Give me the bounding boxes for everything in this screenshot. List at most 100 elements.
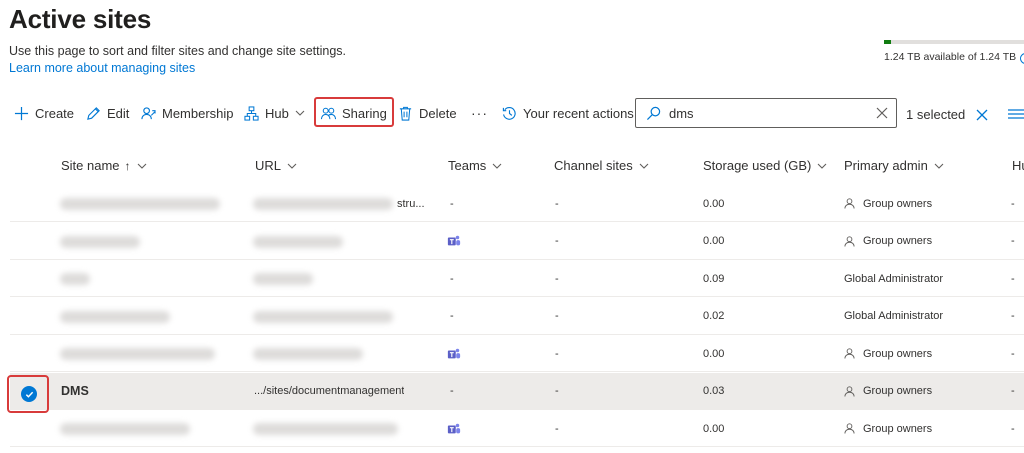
column-header-url[interactable]: URL <box>255 158 297 173</box>
url-cell[interactable]: stru... <box>397 185 425 222</box>
view-options-icon[interactable] <box>1008 108 1024 120</box>
primary-admin-cell: Group owners <box>844 410 932 447</box>
search-box[interactable] <box>635 98 897 128</box>
storage-text-label: 1.24 TB available of 1.24 TB <box>884 51 1017 63</box>
column-header-site-name[interactable]: Site name ↑ <box>61 158 147 173</box>
recent-actions-button[interactable]: Your recent actions <box>502 96 634 130</box>
search-input[interactable] <box>669 105 869 121</box>
url-cell[interactable]: .../sites/documentmanagement <box>254 373 404 410</box>
create-label: Create <box>35 105 75 121</box>
hub-icon <box>244 105 259 121</box>
storage-used-cell: 0.00 <box>703 422 725 435</box>
person-icon <box>844 235 855 247</box>
table-row[interactable]: DMS .../sites/documentmanagement - - 0.03 Gro… <box>10 372 1024 410</box>
chevron-down-icon <box>287 163 297 169</box>
column-header-teams[interactable]: Teams <box>448 158 502 173</box>
hub-cell: - <box>1011 385 1015 397</box>
info-icon[interactable]: i <box>1020 53 1024 64</box>
hub-header-label: Hu <box>1012 158 1024 173</box>
column-header-storage-used[interactable]: Storage used (GB) <box>703 158 827 173</box>
primary-admin-cell: Group owners <box>844 335 932 372</box>
redacted-url <box>253 423 398 435</box>
channel-sites-cell: - <box>555 272 559 285</box>
redacted-url <box>253 198 393 210</box>
storage-indicator: 1.24 TB available of 1.24 TBi <box>884 40 1024 64</box>
trash-icon <box>399 106 412 121</box>
table-row[interactable]: - 0.00 Group owners - <box>10 335 1024 372</box>
primary-admin-cell: Global Administrator <box>844 298 943 335</box>
chevron-down-icon <box>295 110 305 116</box>
edit-button[interactable]: Edit <box>86 96 129 130</box>
teams-icon <box>447 348 461 358</box>
page-description: Use this page to sort and filter sites a… <box>9 44 346 58</box>
chevron-down-icon <box>492 163 502 169</box>
learn-more-link[interactable]: Learn more about managing sites <box>9 61 195 75</box>
page-title: Active sites <box>9 4 152 34</box>
hub-cell: - <box>1011 310 1015 322</box>
redacted-site-name <box>60 235 140 248</box>
primary-admin-label: Group owners <box>863 197 933 210</box>
hub-button[interactable]: Hub <box>244 96 305 130</box>
column-header-channel-sites[interactable]: Channel sites <box>554 158 649 173</box>
storage-used-cell: 0.00 <box>703 235 725 247</box>
clear-search-icon[interactable] <box>876 107 888 119</box>
hub-cell: - <box>1011 197 1015 210</box>
column-header-hub[interactable]: Hu <box>1012 158 1024 173</box>
table-row[interactable]: - - 0.02 Global Administrator - <box>10 298 1024 335</box>
row-checkbox-checked[interactable] <box>21 386 37 402</box>
edit-label: Edit <box>107 105 130 121</box>
teams-cell <box>447 335 461 372</box>
redacted-site-name <box>60 198 220 210</box>
redacted-url <box>253 273 313 285</box>
redacted-site-name <box>60 423 190 435</box>
sharing-highlight <box>314 97 394 127</box>
clear-selection-icon[interactable] <box>976 109 988 121</box>
storage-used-cell: 0.03 <box>703 385 725 397</box>
channel-sites-cell: - <box>555 310 559 322</box>
history-icon <box>502 106 516 120</box>
primary-admin-cell: Group owners <box>844 373 932 410</box>
teams-header-label: Teams <box>448 158 487 173</box>
table-row[interactable]: - 0.00 Group owners - <box>10 410 1024 447</box>
storage-used-cell: 0.00 <box>703 347 725 360</box>
chevron-down-icon <box>137 163 146 169</box>
hub-label: Hub <box>265 105 289 121</box>
search-icon <box>646 106 661 120</box>
membership-button[interactable]: Membership <box>141 96 234 130</box>
hub-cell: - <box>1011 347 1015 360</box>
column-header-primary-admin[interactable]: Primary admin <box>844 158 944 173</box>
storage-bar <box>884 40 1024 44</box>
selected-count: 1 selected <box>906 107 966 122</box>
primary-admin-label: Global Administrator <box>844 310 944 322</box>
redacted-url <box>253 235 343 248</box>
delete-button[interactable]: Delete <box>398 96 457 130</box>
primary-admin-label: Group owners <box>863 347 933 360</box>
site-name-header-label: Site name <box>61 158 120 173</box>
hub-cell: - <box>1011 272 1015 285</box>
primary-admin-label: Group owners <box>863 422 933 435</box>
primary-admin-cell: Global Administrator <box>844 260 943 297</box>
table-row[interactable]: stru... - - 0.00 Group owners - <box>10 185 1024 222</box>
table-row[interactable]: - - 0.09 Global Administrator - <box>10 260 1024 297</box>
person-icon <box>844 198 855 209</box>
more-button[interactable]: ··· <box>471 96 488 130</box>
chevron-down-icon <box>639 163 649 169</box>
person-icon <box>844 423 855 434</box>
teams-cell: - <box>450 272 454 285</box>
channel-sites-cell: - <box>555 347 559 360</box>
site-name-cell[interactable]: DMS <box>61 373 89 410</box>
redacted-url <box>253 310 393 323</box>
teams-cell: - <box>450 310 454 322</box>
channel-sites-header-label: Channel sites <box>554 158 633 173</box>
storage-used-cell: 0.00 <box>703 197 725 210</box>
teams-cell <box>447 223 461 260</box>
storage-text: 1.24 TB available of 1.24 TBi <box>884 51 1024 64</box>
teams-icon <box>447 235 461 246</box>
create-button[interactable]: Create <box>14 96 74 130</box>
teams-cell: - <box>450 385 454 397</box>
primary-admin-cell: Group owners <box>844 223 932 260</box>
chevron-down-icon <box>818 163 827 169</box>
teams-cell: - <box>450 197 454 210</box>
redacted-site-name <box>60 348 215 360</box>
table-row[interactable]: - 0.00 Group owners - <box>10 223 1024 260</box>
